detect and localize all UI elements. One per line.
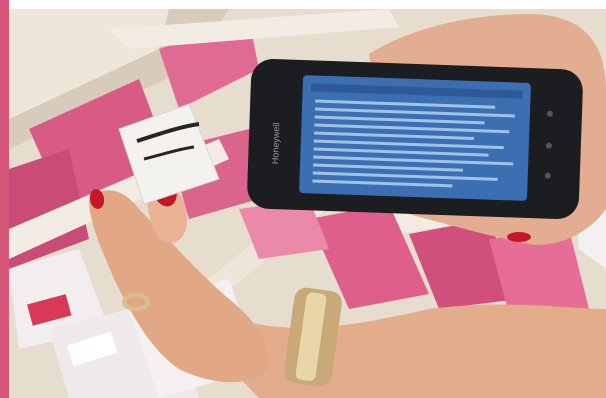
phone-brand-text: Honeywell: [270, 122, 281, 164]
image-frame: Honeywell: [0, 0, 606, 398]
handheld-scanner-phone: Honeywell: [247, 59, 583, 219]
accent-bar: [0, 0, 9, 398]
fingernail-red: [507, 232, 531, 242]
photo: Honeywell: [9, 9, 606, 398]
